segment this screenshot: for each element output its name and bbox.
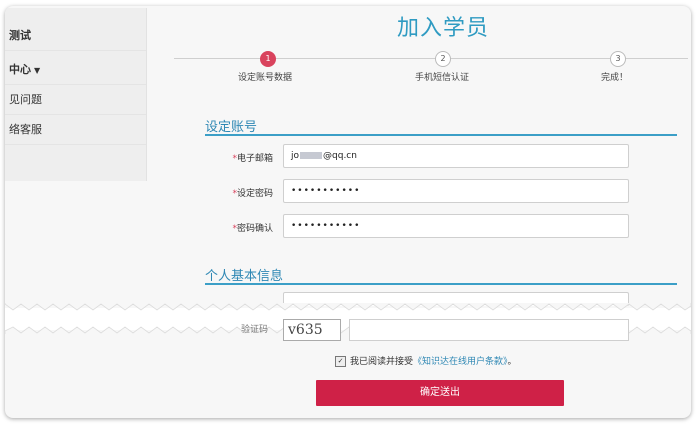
page-frame: 测试 中心 ▼ 见问题 络客服 加入学员 1 设定账号数据 2 手机短信认证 3 … <box>5 6 691 418</box>
checkbox-checked-icon[interactable]: ✓ <box>335 356 346 367</box>
password-label-text: 设定密码 <box>236 189 273 199</box>
email-value-suffix: @qq.cn <box>323 151 357 161</box>
step-1-label: 设定账号数据 <box>238 73 293 83</box>
sidebar-item-label: 中心 <box>9 63 31 76</box>
step-1-marker: 1 <box>260 51 276 67</box>
page-title: 加入学员 <box>397 16 490 41</box>
agreement-row: ✓ 我已阅读并接受《知识达在线用户条款》。 <box>335 354 517 367</box>
password-confirm-label-text: 密码确认 <box>236 224 273 234</box>
submit-button[interactable]: 确定送出 <box>316 380 564 406</box>
password-label: *设定密码 <box>203 186 273 199</box>
redacted-blur <box>300 152 323 159</box>
email-field[interactable]: jo @qq.cn <box>283 144 629 168</box>
sidebar-item-center[interactable]: 中心 ▼ <box>5 55 146 85</box>
section-title-account: 设定账号 <box>205 120 258 135</box>
sidebar-item-label: 络客服 <box>9 123 42 136</box>
step-2-marker: 2 <box>435 51 451 67</box>
password-confirm-label: *密码确认 <box>203 221 273 234</box>
password-field[interactable]: ••••••••••• <box>283 179 629 203</box>
password-confirm-field[interactable]: ••••••••••• <box>283 214 629 238</box>
sidebar-item-label: 测试 <box>9 29 31 42</box>
section-divider <box>205 134 677 136</box>
step-3-label: 完成！ <box>601 73 629 83</box>
email-label-text: 电子邮箱 <box>236 154 273 164</box>
section-title-personal: 个人基本信息 <box>205 269 284 284</box>
step-2-label: 手机短信认证 <box>415 73 470 83</box>
email-label: *电子邮箱 <box>203 151 273 164</box>
sidebar-item-label: 见问题 <box>9 93 42 106</box>
torn-edge-top <box>5 303 691 311</box>
sidebar-item-support[interactable]: 络客服 <box>5 115 146 145</box>
agreement-text-end: 。 <box>507 357 517 367</box>
agreement-text: 我已阅读并接受 <box>350 357 414 367</box>
section-divider <box>205 283 677 285</box>
terms-link[interactable]: 《知识达在线用户条款》 <box>413 357 508 367</box>
captcha-label: 验证码 <box>241 325 269 335</box>
sidebar: 测试 中心 ▼ 见问题 络客服 <box>5 8 147 181</box>
email-value-prefix: jo <box>291 151 300 161</box>
sidebar-item-faq[interactable]: 见问题 <box>5 85 146 115</box>
captcha-input[interactable] <box>349 319 629 341</box>
sidebar-item-test[interactable]: 测试 <box>5 21 146 51</box>
step-3-marker: 3 <box>610 51 626 67</box>
chevron-down-icon: ▼ <box>34 66 41 75</box>
captcha-image[interactable]: v635 <box>283 319 341 341</box>
